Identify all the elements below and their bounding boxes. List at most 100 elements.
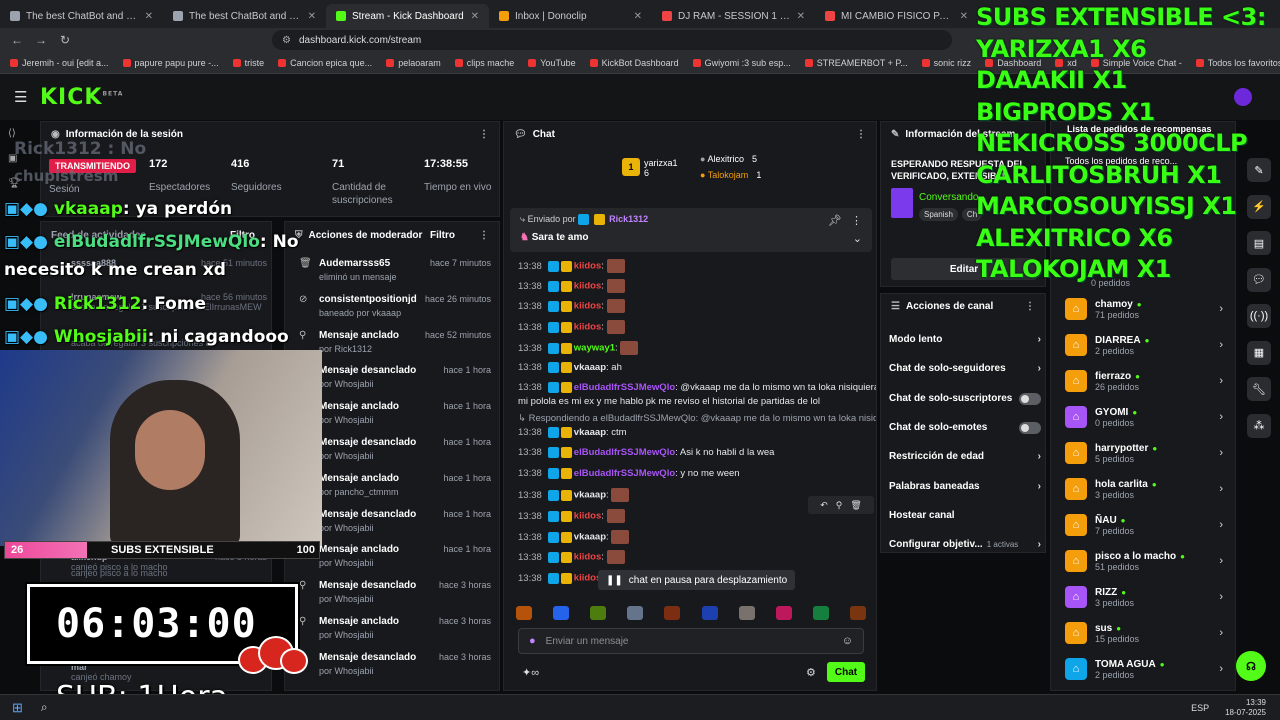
bookmark-item[interactable]: sonic rizz [921, 58, 971, 68]
stream-tag[interactable]: Spanish [919, 208, 958, 221]
windows-icon[interactable]: ⊞ [12, 700, 23, 716]
emote-image[interactable] [590, 606, 607, 620]
close-icon[interactable]: ✕ [634, 11, 642, 22]
channel-row[interactable]: Restricción de edad › [889, 451, 1041, 462]
browser-tab[interactable]: The best ChatBot and Widgets for Ki ✕ [163, 4, 326, 28]
toggle-switch[interactable] [1019, 392, 1041, 405]
browser-tab[interactable]: DJ RAM - SESSION 1 HOUR REGGAE ✕ [652, 4, 815, 28]
pin-icon[interactable]: ⚲ [836, 500, 843, 511]
channel-row[interactable]: Hostear canal [889, 510, 1041, 521]
browser-tab[interactable]: Inbox | Donoclip ✕ [489, 4, 652, 28]
sparkle-icon[interactable]: ✦∞ [522, 666, 539, 679]
chat-username[interactable]: vkaaap [574, 490, 606, 501]
trash-icon[interactable]: 🗑︎ [850, 500, 861, 511]
settings-icon[interactable]: ⚙ [806, 666, 816, 679]
chat-username[interactable]: kiidos [574, 281, 601, 292]
emote-image[interactable] [664, 606, 681, 620]
bookmark-item[interactable]: pelaoaram [386, 58, 441, 68]
site-info-icon[interactable]: ⚙ [282, 35, 291, 46]
modaction-row[interactable]: ⚲Mensaje desancladopor Whosjabiihace 3 h… [285, 580, 497, 616]
bookmark-item[interactable]: STREAMERBOT + P... [804, 58, 908, 68]
emote-image[interactable] [849, 606, 866, 620]
bookmark-item[interactable]: Jeremih - oui [edit a... [10, 58, 109, 68]
chat-username[interactable]: kiidos [574, 301, 601, 312]
modaction-row[interactable]: 🗑︎ Audemarsss65 eliminó un mensaje hace 7 m… [285, 258, 497, 294]
more-icon[interactable]: ⋮ [851, 214, 862, 227]
chat-username[interactable]: vkaaap [574, 362, 606, 373]
hamburger-icon[interactable]: ☰ [14, 88, 27, 106]
emote-image[interactable] [738, 606, 755, 620]
more-icon[interactable]: ⋮ [479, 230, 489, 241]
channel-row[interactable]: Modo lento › [889, 334, 1041, 345]
emote-image[interactable] [812, 606, 829, 620]
url-field[interactable]: ⚙ dashboard.kick.com/stream [272, 30, 952, 50]
paused-banner[interactable]: ❚❚ chat en pausa para desplazamiento [598, 570, 796, 590]
emote-image[interactable] [775, 606, 792, 620]
close-icon[interactable]: ✕ [797, 11, 805, 22]
emote-image[interactable] [553, 606, 570, 620]
browser-tab[interactable]: MI CAMBIO FÍSICO PARA LA VELADA ✕ [815, 4, 978, 28]
reply-icon[interactable]: ↶ [820, 500, 828, 511]
channel-row[interactable]: Chat de solo-emotes [889, 421, 1041, 434]
chat-username[interactable]: vkaaap [574, 427, 606, 438]
reward-request-row[interactable]: ⌂ sus ● 15 pedidos › [1065, 618, 1223, 648]
close-icon[interactable]: ✕ [308, 11, 316, 22]
emoji-icon[interactable]: ☺ [842, 635, 853, 647]
pin-icon[interactable]: 📌︎ [828, 214, 842, 227]
reward-request-row[interactable]: ⌂ RIZZ ● 3 pedidos › [1065, 582, 1223, 612]
bookmark-item[interactable]: Gwiyomi :3 sub esp... [692, 58, 791, 68]
apps-icon[interactable]: ⁂ [1247, 413, 1271, 438]
chat-username[interactable]: elBudadlfrSSJMewQlo [574, 447, 675, 458]
reward-request-row[interactable]: ⌂ pisco a lo macho ● 51 pedidos › [1065, 546, 1223, 576]
toggle-switch[interactable] [1019, 421, 1041, 434]
close-icon[interactable]: ✕ [960, 11, 968, 22]
reward-request-row[interactable]: ⌂ fierrazo ● 26 pedidos › [1065, 366, 1223, 396]
message-input[interactable]: ● Enviar un mensaje ☺ [518, 628, 864, 654]
reward-request-row[interactable]: ⌂ TOMA AGUA ● 2 pedidos › [1065, 654, 1223, 684]
modaction-row[interactable]: ⚲Mensaje desancladopor Whosjabiihace 3 h… [285, 652, 497, 688]
chevron-down-icon[interactable]: ⌄ [853, 232, 862, 245]
modaction-row[interactable]: ⊘ consistentpositionjd baneado por vkaaap h… [285, 294, 497, 330]
more-icon[interactable]: ⋮ [856, 129, 866, 140]
browser-tab[interactable]: Stream - Kick Dashboard ✕ [326, 4, 489, 28]
category-name[interactable]: Conversando [919, 192, 978, 203]
bookmark-item[interactable]: Cancion epica que... [278, 58, 372, 68]
chat-username[interactable]: kiidos [574, 261, 601, 272]
reload-icon[interactable]: ↻ [58, 33, 72, 47]
reward-request-row[interactable]: ⌂ DIARREA ● 2 pedidos › [1065, 330, 1223, 360]
reward-request-row[interactable]: ⌂ ÑAU ● 7 pedidos › [1065, 510, 1223, 540]
chat-username[interactable]: vkaaap [574, 532, 606, 543]
modactions-filter[interactable]: Filtro [430, 230, 455, 241]
kick-logo[interactable]: KICKBETA [40, 85, 123, 110]
chat-username[interactable]: kiidos [574, 552, 601, 563]
back-icon[interactable]: ← [10, 33, 24, 47]
chat-username[interactable]: elBudadlfrSSJMewQlo [574, 382, 675, 393]
wrench-icon[interactable]: 🔧︎ [1247, 377, 1271, 401]
collapse-icon[interactable]: ⟨⟩ [8, 128, 30, 139]
channel-row[interactable]: Chat de solo-seguidores › [889, 363, 1041, 374]
clock[interactable]: 13:39 18-07-2025 [1225, 698, 1266, 718]
layers-icon[interactable]: ▦ [1247, 340, 1271, 365]
support-button[interactable]: ☊ [1236, 651, 1266, 681]
chat-username[interactable]: elBudadlfrSSJMewQlo [574, 468, 675, 479]
more-icon[interactable]: ⋮ [479, 129, 489, 140]
mic-icon[interactable]: ● [529, 635, 536, 647]
bookmark-item[interactable]: YouTube [528, 58, 576, 68]
channel-row[interactable]: Configurar objetiv... 1 activas › [889, 539, 1041, 550]
chat-username[interactable]: kiidos [574, 511, 601, 522]
channel-row[interactable]: Chat de solo-suscriptores [889, 392, 1041, 405]
modaction-row[interactable]: ⚲ Mensaje anclado por Whosjabii hace 3 hora… [285, 616, 497, 652]
forward-icon[interactable]: → [34, 33, 48, 47]
search-icon[interactable]: ⌕ [41, 700, 48, 715]
reward-request-row[interactable]: ⌂ chamoy ● 71 pedidos › [1065, 294, 1223, 324]
emote-image[interactable] [701, 606, 718, 620]
reward-request-row[interactable]: ⌂ GYOMI ● 0 pedidos › [1065, 402, 1223, 432]
close-icon[interactable]: ✕ [471, 11, 479, 22]
emote-image[interactable] [516, 606, 532, 620]
chat-username[interactable]: kiidos [574, 322, 601, 333]
bookmark-item[interactable]: triste [232, 58, 264, 68]
browser-tab[interactable]: The best ChatBot and Widgets for Ki ✕ [0, 4, 163, 28]
channel-row[interactable]: Palabras baneadas › [889, 481, 1041, 492]
reward-request-row[interactable]: ⌂ harrypotter ● 5 pedidos › [1065, 438, 1223, 468]
bookmark-item[interactable]: papure papu pure -... [122, 58, 219, 68]
